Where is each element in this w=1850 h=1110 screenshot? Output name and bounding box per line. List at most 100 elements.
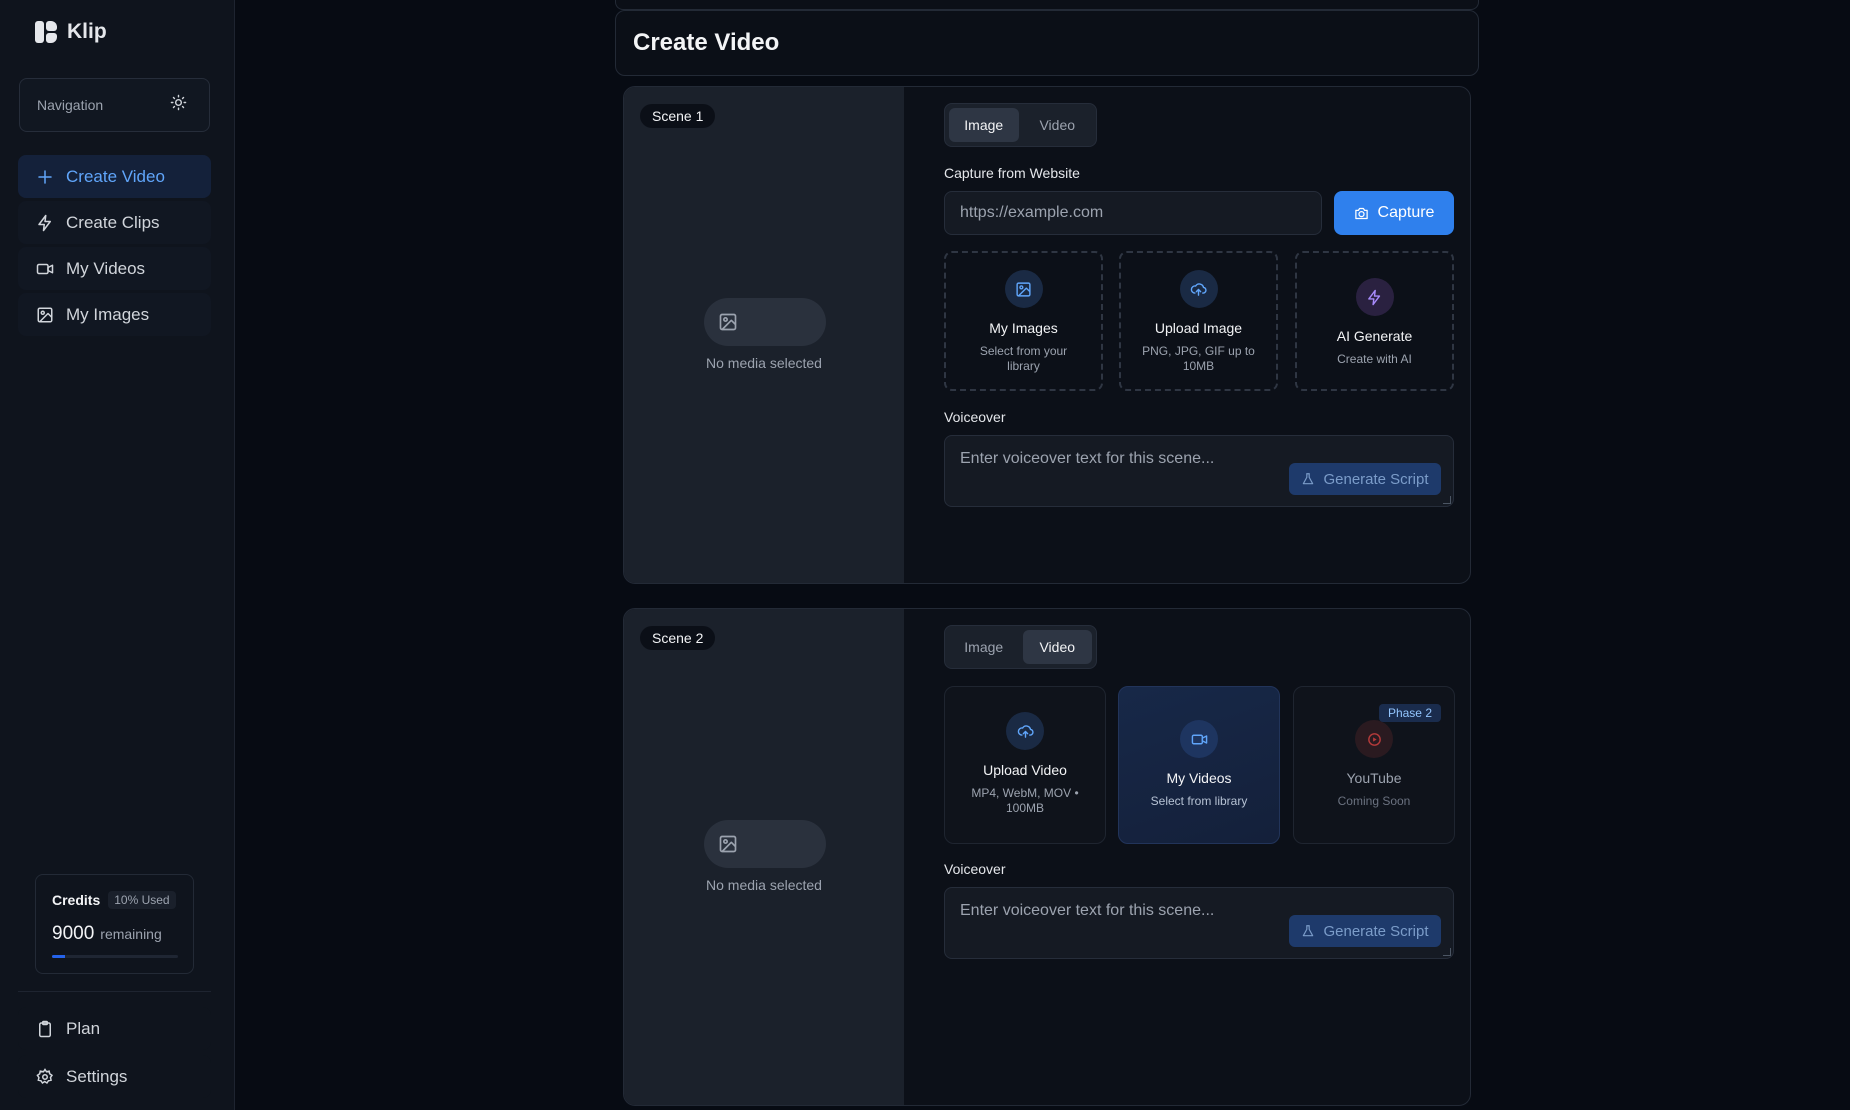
zap-icon: [1355, 278, 1394, 316]
plus-icon: [38, 169, 52, 184]
option-subtitle: MP4, WebM, MOV • 100MB: [971, 786, 1079, 815]
navigation-label: Navigation: [37, 97, 104, 113]
voiceover-textarea[interactable]: Enter voiceover text for this scene... G…: [944, 435, 1454, 507]
youtube-icon: [1355, 720, 1393, 758]
media-type-toggle: Image Video: [944, 103, 1097, 147]
capture-button-label: Capture: [1377, 204, 1435, 221]
generate-script-button[interactable]: Generate Script: [1289, 915, 1441, 947]
gear-icon: [36, 1067, 54, 1084]
credits-title: Credits: [52, 892, 101, 908]
media-placeholder: [704, 820, 826, 868]
voiceover-label: Voiceover: [944, 409, 1006, 425]
no-media-text: No media selected: [706, 877, 822, 893]
sidebar-item-my-videos[interactable]: My Videos: [18, 247, 211, 290]
credits-progress-bar: [52, 955, 178, 958]
url-input[interactable]: https://example.com: [944, 191, 1322, 235]
image-icon: [37, 307, 53, 322]
generate-script-label: Generate Script: [1323, 922, 1429, 940]
sidebar-item-label: My Videos: [66, 258, 146, 278]
page-title: Create Video: [633, 29, 780, 56]
media-type-toggle: Image Video: [944, 625, 1097, 669]
option-upload-image[interactable]: Upload Image PNG, JPG, GIF up to 10MB: [1119, 251, 1278, 391]
scene-badge: Scene 1: [640, 104, 716, 128]
sidebar: Klip Navigation Create Video Create Clip…: [0, 0, 235, 1110]
option-my-videos[interactable]: My Videos Select from library: [1118, 686, 1280, 844]
upload-cloud-icon: [1006, 712, 1044, 750]
sidebar-divider: [18, 991, 211, 992]
option-subtitle: PNG, JPG, GIF up to 10MB: [1142, 344, 1255, 373]
resize-handle[interactable]: [1443, 948, 1451, 956]
video-icon: [36, 263, 54, 274]
image-icon: [1004, 270, 1043, 308]
tab-video[interactable]: Video: [1023, 108, 1093, 142]
option-subtitle: Create with AI: [1337, 352, 1412, 366]
scene-badge: Scene 2: [640, 626, 716, 650]
sidebar-item-label: Settings: [66, 1066, 128, 1086]
scene-card-2: Scene 2 No media selected Image Video Up…: [623, 608, 1471, 1106]
app-name: Klip: [67, 20, 107, 43]
previous-card-edge: [615, 0, 1479, 10]
credits-remaining-label: remaining: [100, 926, 162, 942]
option-title: Upload Video: [983, 762, 1067, 778]
option-subtitle: Select from your library: [979, 344, 1068, 373]
navigation-header: Navigation: [19, 78, 210, 132]
sidebar-item-create-video[interactable]: Create Video: [18, 155, 211, 198]
option-my-images[interactable]: My Images Select from your library: [944, 251, 1103, 391]
sidebar-item-label: My Images: [66, 304, 150, 324]
scene-editor: Image Video Upload Video MP4, WebM, MOV …: [944, 609, 1455, 1105]
tab-video[interactable]: Video: [1022, 630, 1092, 664]
voiceover-placeholder: Enter voiceover text for this scene...: [960, 902, 1215, 919]
option-subtitle: Coming Soon: [1337, 794, 1411, 808]
option-upload-video[interactable]: Upload Video MP4, WebM, MOV • 100MB: [944, 686, 1106, 844]
no-media-text: No media selected: [706, 355, 822, 371]
sidebar-item-label: Plan: [66, 1018, 101, 1038]
voiceover-placeholder: Enter voiceover text for this scene...: [960, 450, 1215, 467]
sidebar-item-label: Create Clips: [66, 212, 160, 232]
logo[interactable]: Klip: [35, 20, 107, 44]
image-icon: [719, 835, 737, 853]
zap-icon: [38, 214, 51, 231]
scene-preview: Scene 2 No media selected: [624, 609, 904, 1105]
scene-preview: Scene 1 No media selected: [624, 87, 904, 583]
option-title: YouTube: [1346, 770, 1402, 786]
scene-editor: Image Video Capture from Website https:/…: [944, 87, 1454, 583]
sidebar-item-my-images[interactable]: My Images: [18, 293, 211, 336]
option-subtitle: Select from library: [1150, 794, 1248, 808]
sidebar-item-create-clips[interactable]: Create Clips: [18, 201, 211, 244]
voiceover-textarea[interactable]: Enter voiceover text for this scene... G…: [944, 887, 1454, 959]
page-header: Create Video: [615, 10, 1479, 76]
option-title: My Videos: [1166, 770, 1232, 786]
capture-button[interactable]: Capture: [1334, 191, 1454, 235]
option-title: AI Generate: [1336, 328, 1413, 344]
media-placeholder: [704, 298, 826, 346]
clipboard-icon: [39, 1020, 51, 1037]
phase-badge: Phase 2: [1378, 704, 1441, 722]
image-icon: [719, 313, 737, 331]
option-title: Upload Image: [1154, 320, 1243, 336]
klip-logo-icon: [35, 20, 59, 44]
sidebar-item-settings[interactable]: Settings: [18, 1055, 211, 1098]
credits-progress-fill: [52, 955, 65, 958]
tab-image[interactable]: Image: [949, 630, 1019, 664]
sidebar-item-plan[interactable]: Plan: [18, 1007, 211, 1050]
generate-script-button[interactable]: Generate Script: [1289, 463, 1441, 495]
scene-card-1: Scene 1 No media selected Image Video Ca…: [623, 86, 1471, 584]
voiceover-label: Voiceover: [944, 861, 1006, 877]
option-youtube: Phase 2 YouTube Coming Soon: [1293, 686, 1455, 844]
video-icon: [1180, 720, 1218, 758]
flask-icon: [1303, 473, 1314, 485]
upload-cloud-icon: [1179, 270, 1218, 308]
option-title: My Images: [989, 320, 1058, 336]
generate-script-label: Generate Script: [1323, 470, 1429, 488]
credits-amount: 9000: [52, 923, 95, 944]
credits-used-badge: 10% Used: [108, 891, 176, 909]
flask-icon: [1303, 925, 1314, 937]
capture-label: Capture from Website: [944, 165, 1080, 181]
resize-handle[interactable]: [1443, 496, 1451, 504]
credits-card: Credits 10% Used 9000 remaining: [35, 874, 194, 974]
tab-image[interactable]: Image: [949, 108, 1019, 142]
camera-icon: [1354, 207, 1368, 219]
option-ai-generate[interactable]: AI Generate Create with AI: [1295, 251, 1454, 391]
sun-icon[interactable]: [170, 94, 187, 116]
sidebar-item-label: Create Video: [66, 166, 165, 186]
